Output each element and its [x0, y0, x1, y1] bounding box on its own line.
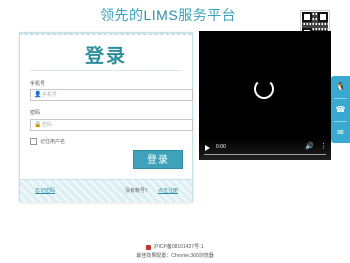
username-field[interactable]: 👤 [30, 89, 193, 101]
qq-icon[interactable]: 🐧 [331, 76, 350, 98]
forgot-password-link[interactable]: 忘记密码 [35, 187, 55, 194]
title-divider [30, 70, 182, 71]
login-title: 登录 [84, 46, 127, 67]
password-input[interactable] [42, 121, 182, 129]
phone-icon[interactable]: ☎ [331, 99, 350, 121]
video-progress-bar[interactable] [204, 154, 326, 155]
register-link[interactable]: 点击注册 [158, 187, 178, 194]
browser-recommendation: 最佳效果配置：Chrome,360浏览器 [136, 253, 214, 259]
remember-checkbox[interactable] [30, 138, 37, 145]
username-label: 手机号 [30, 81, 46, 87]
lock-icon: 🔒 [34, 122, 42, 128]
panel-footer: 忘记密码 没有帐号？ 点击注册 [20, 179, 192, 202]
site-title: 领先的LIMS服务平台 [100, 5, 260, 25]
login-panel: 登录 手机号 👤 密码 🔒 记住用户名 登录 忘记密码 没有帐号？ 点击注册 [19, 32, 193, 202]
loading-spinner-icon [254, 79, 274, 99]
user-icon: 👤 [34, 92, 42, 98]
video-player[interactable]: 0:00 🔊 ⋮ [199, 31, 331, 160]
panel-top-strip [20, 33, 192, 35]
video-time: 0:00 [216, 144, 226, 150]
site-title-suffix: 服务平台 [178, 7, 237, 23]
password-label: 密码 [30, 110, 41, 116]
volume-icon[interactable]: 🔊 [305, 143, 314, 151]
page-footer: 沪ICP备08101427号-1 最佳效果配置：Chrome,360浏览器 [0, 244, 350, 260]
username-input[interactable] [42, 91, 182, 99]
no-account-text: 没有帐号？ [125, 188, 151, 194]
password-field[interactable]: 🔒 [30, 119, 193, 131]
remember-label: 记住用户名 [40, 139, 66, 145]
side-contact-bar: 🐧 ☎ ✉ [331, 76, 350, 143]
chat-icon[interactable]: ✉ [331, 122, 350, 144]
police-badge-icon [146, 245, 152, 250]
remember-me[interactable]: 记住用户名 [30, 138, 65, 145]
more-options-icon[interactable]: ⋮ [320, 143, 327, 151]
video-controls: 0:00 🔊 ⋮ [199, 138, 331, 160]
login-button[interactable]: 登录 [133, 150, 183, 169]
site-title-prefix: 领先的 [100, 7, 144, 23]
icp-text: 沪ICP备08101427号-1 [153, 244, 204, 250]
play-icon[interactable] [205, 145, 210, 151]
icp-record[interactable]: 沪ICP备08101427号-1 [146, 244, 204, 251]
site-title-brand: LIMS [143, 7, 179, 23]
